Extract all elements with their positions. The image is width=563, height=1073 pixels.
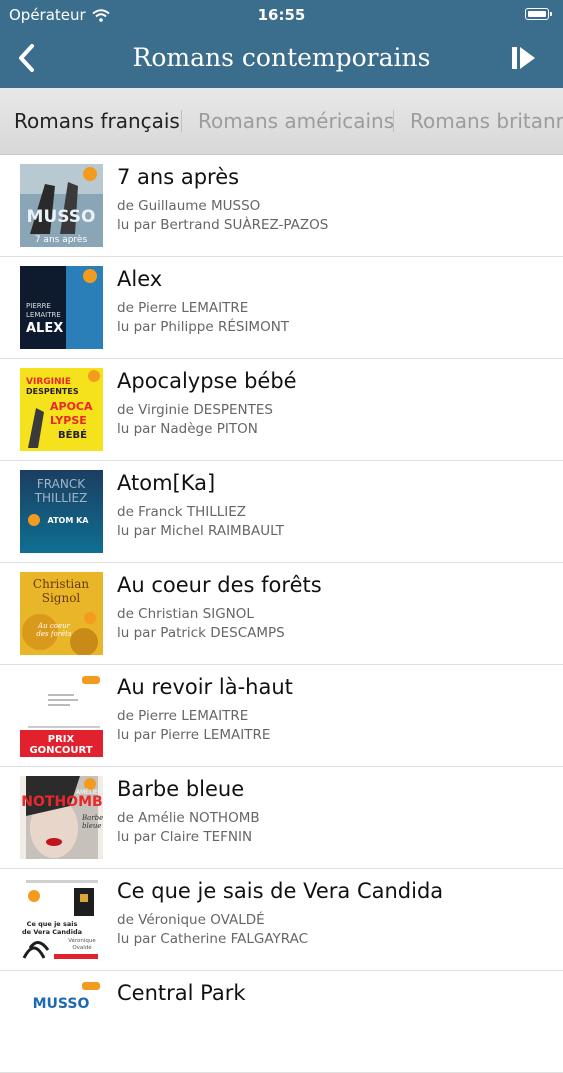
book-author: de Pierre LEMAITRE bbox=[117, 708, 249, 724]
book-cover: FRANCK THILLIEZ ATOM KA bbox=[20, 470, 103, 553]
cover-art: FRANCK THILLIEZ ATOM KA bbox=[20, 470, 103, 553]
book-title: Central Park bbox=[117, 981, 246, 1005]
book-row[interactable]: PRIX GONCOURT Au revoir là-haut de Pierr… bbox=[0, 665, 563, 767]
cover-text: Ovaldé bbox=[72, 944, 92, 951]
book-cover: VIRGINIE DESPENTES APOCA LYPSE BÉBÉ bbox=[20, 368, 103, 451]
book-title: Barbe bleue bbox=[117, 777, 245, 801]
cover-text: GONCOURT bbox=[29, 745, 92, 756]
cover-text: NOTHOMB bbox=[21, 794, 102, 810]
cover-text: FRANCK bbox=[37, 477, 86, 491]
book-reader: lu par Pierre LEMAITRE bbox=[117, 727, 271, 743]
category-tabs: Romans français Romans américains Romans… bbox=[0, 88, 563, 155]
book-author: de Virginie DESPENTES bbox=[117, 402, 274, 418]
cover-text: PRIX bbox=[48, 734, 75, 745]
cover-text: DESPENTES bbox=[26, 387, 79, 396]
book-title: 7 ans après bbox=[117, 165, 240, 189]
cover-art: Ce que je sais de Vera Candida Véronique… bbox=[20, 878, 103, 961]
book-title: Apocalypse bébé bbox=[117, 369, 297, 393]
status-time: 16:55 bbox=[257, 6, 306, 24]
book-cover: AMÉLIE NOTHOMB Barbe bleue bbox=[20, 776, 103, 859]
cover-text: ATOM KA bbox=[48, 516, 90, 525]
cover-text: Ce que je sais bbox=[27, 920, 78, 928]
book-cover: Christian Signol Au coeur des forêts bbox=[20, 572, 103, 655]
cover-text: Christian bbox=[33, 577, 89, 591]
book-list: MUSSO 7 ans après 7 ans après de Guillau… bbox=[0, 155, 563, 1073]
book-reader: lu par Nadège PITON bbox=[117, 421, 258, 437]
book-row[interactable]: Christian Signol Au coeur des forêts Au … bbox=[0, 563, 563, 665]
book-title: Atom[Ka] bbox=[117, 471, 216, 495]
book-row[interactable]: VIRGINIE DESPENTES APOCA LYPSE BÉBÉ Apoc… bbox=[0, 359, 563, 461]
cover-text: Barbe bbox=[81, 814, 103, 822]
cover-text: bleue bbox=[82, 822, 102, 830]
back-button[interactable] bbox=[10, 40, 42, 76]
cover-text: THILLIEZ bbox=[34, 491, 88, 505]
book-author: de Véronique OVALDÉ bbox=[117, 912, 265, 928]
book-row[interactable]: FRANCK THILLIEZ ATOM KA Atom[Ka] de Fran… bbox=[0, 461, 563, 563]
book-reader: lu par Claire TEFNIN bbox=[117, 829, 253, 845]
cover-text: PIERRE bbox=[26, 302, 51, 310]
cover-art: VIRGINIE DESPENTES APOCA LYPSE BÉBÉ bbox=[20, 368, 103, 451]
book-reader: lu par Catherine FALGAYRAC bbox=[117, 931, 309, 947]
book-cover: Ce que je sais de Vera Candida Véronique… bbox=[20, 878, 103, 961]
battery-icon bbox=[525, 8, 552, 20]
book-cover: PRIX GONCOURT bbox=[20, 674, 103, 757]
cover-art: PRIX GONCOURT bbox=[20, 674, 103, 757]
cover-text: MUSSO bbox=[27, 207, 96, 227]
tab-romans-francais[interactable]: Romans français bbox=[14, 88, 180, 154]
cover-text: Véronique bbox=[68, 937, 96, 944]
cover-art: Christian Signol Au coeur des forêts bbox=[20, 572, 103, 655]
cover-text: des forêts bbox=[36, 630, 72, 638]
book-title: Ce que je sais de Vera Candida bbox=[117, 879, 444, 903]
cover-text: LEMAITRE bbox=[26, 311, 61, 319]
cover-art: MUSSO bbox=[20, 980, 103, 1063]
tab-romans-britanniques[interactable]: Romans britanniques bbox=[410, 88, 563, 154]
book-author: de Christian SIGNOL bbox=[117, 606, 254, 622]
book-author: de Franck THILLIEZ bbox=[117, 504, 247, 520]
cover-art: MUSSO 7 ans après bbox=[20, 164, 103, 247]
cover-text: 7 ans après bbox=[35, 234, 88, 245]
play-pause-icon bbox=[512, 47, 535, 69]
book-author: de Pierre LEMAITRE bbox=[117, 300, 249, 316]
tab-romans-americains[interactable]: Romans américains bbox=[198, 88, 394, 154]
page-title: Romans contemporains bbox=[132, 43, 431, 72]
cover-text: MUSSO bbox=[33, 996, 90, 1012]
book-reader: lu par Patrick DESCAMPS bbox=[117, 625, 285, 641]
play-pause-button[interactable] bbox=[505, 40, 541, 76]
book-title: Alex bbox=[117, 267, 163, 291]
book-author: de Amélie NOTHOMB bbox=[117, 810, 260, 826]
book-cover: MUSSO bbox=[20, 980, 103, 1063]
book-row[interactable]: MUSSO 7 ans après 7 ans après de Guillau… bbox=[0, 155, 563, 257]
cover-art: AMÉLIE NOTHOMB Barbe bleue bbox=[20, 776, 103, 859]
chevron-left-icon bbox=[19, 44, 34, 72]
cover-text: APOCA bbox=[50, 400, 93, 413]
book-cover: PIERRE LEMAITRE ALEX bbox=[20, 266, 103, 349]
cover-text: ALEX bbox=[26, 321, 63, 336]
app-header: Opérateur 16:55 Romans contemporains bbox=[0, 0, 563, 88]
cover-text: Signol bbox=[42, 591, 81, 605]
book-title: Au coeur des forêts bbox=[117, 573, 322, 597]
book-row[interactable]: MUSSO Central Park bbox=[0, 971, 563, 1073]
book-row[interactable]: Ce que je sais de Vera Candida Véronique… bbox=[0, 869, 563, 971]
book-reader: lu par Bertrand SUÀREZ-PAZOS bbox=[117, 217, 329, 233]
cover-art: PIERRE LEMAITRE ALEX bbox=[20, 266, 103, 349]
cover-text: LYPSE bbox=[50, 414, 87, 427]
tab-divider bbox=[393, 110, 394, 132]
book-author: de Guillaume MUSSO bbox=[117, 198, 261, 214]
book-row[interactable]: PIERRE LEMAITRE ALEX Alex de Pierre LEMA… bbox=[0, 257, 563, 359]
book-title: Au revoir là-haut bbox=[117, 675, 293, 699]
tab-divider bbox=[181, 110, 182, 132]
cover-text: Au coeur bbox=[37, 622, 71, 630]
book-cover: MUSSO 7 ans après bbox=[20, 164, 103, 247]
book-reader: lu par Michel RAIMBAULT bbox=[117, 523, 284, 539]
book-reader: lu par Philippe RÉSIMONT bbox=[117, 319, 290, 335]
cover-text: VIRGINIE bbox=[26, 377, 71, 387]
cover-text: de Vera Candida bbox=[22, 928, 82, 936]
cover-text: BÉBÉ bbox=[58, 428, 87, 441]
book-row[interactable]: AMÉLIE NOTHOMB Barbe bleue Barbe bleue d… bbox=[0, 767, 563, 869]
status-bar: Opérateur 16:55 bbox=[0, 0, 563, 30]
